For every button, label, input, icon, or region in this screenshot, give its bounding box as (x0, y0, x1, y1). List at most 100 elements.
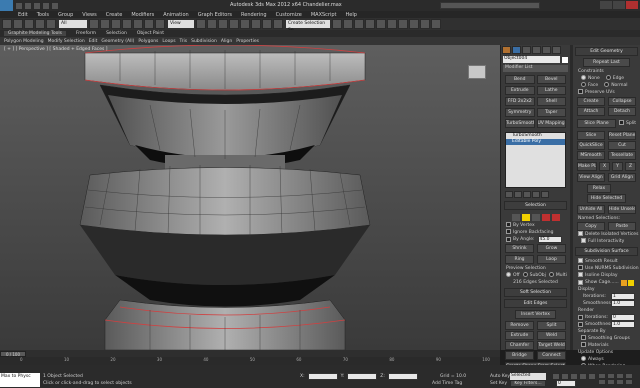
ribbon-tab-graphite[interactable]: Graphite Modeling Tools (4, 31, 67, 36)
vertex-level-icon[interactable] (511, 213, 520, 221)
reset-plane-button[interactable]: Reset Plane (608, 131, 636, 140)
extrude-edges-button[interactable]: Extrude (505, 331, 534, 340)
isoline-display-checkbox[interactable]: Isoline Display (573, 272, 640, 279)
uv-mapping-clear-button[interactable]: UV Mapping Cle (536, 119, 566, 128)
menu-graph-editors[interactable]: Graph Editors (198, 12, 232, 18)
ribbon-panel-tris[interactable]: Tris (180, 39, 188, 44)
menu-animation[interactable]: Animation (163, 12, 189, 18)
shell-button[interactable]: Shell (536, 97, 566, 106)
grow-button[interactable]: Grow (537, 244, 566, 253)
y-coordinate-field[interactable] (347, 373, 378, 380)
ribbon-panel-modify-selection[interactable]: Modify Selection (48, 39, 85, 44)
maximize-icon[interactable] (613, 1, 625, 9)
by-angle-checkbox[interactable] (506, 237, 511, 242)
shrink-button[interactable]: Shrink (505, 244, 534, 253)
selection-rollout-header[interactable]: Selection (504, 201, 567, 210)
set-key-label[interactable]: Set Key (490, 380, 507, 387)
collapse-button[interactable]: Collapse (608, 97, 636, 106)
show-end-result-icon[interactable] (514, 191, 522, 198)
ribbon-panel-polygons[interactable]: Polygons (138, 39, 158, 44)
render-setup-icon[interactable] (409, 19, 419, 29)
constraint-face-radio[interactable]: Face (581, 82, 598, 89)
maxscript-listener[interactable]: Max to Physc (0, 373, 40, 387)
menu-maxscript[interactable]: MAXScript (311, 12, 337, 18)
preview-subobj-radio[interactable]: SubObj (522, 272, 546, 279)
unlink-icon[interactable] (35, 19, 45, 29)
pivot-icon[interactable] (196, 19, 206, 29)
bend-button[interactable]: Bend (505, 75, 535, 84)
menu-customize[interactable]: Customize (276, 12, 302, 18)
time-slider[interactable]: 0 / 100 (0, 350, 500, 357)
motion-tab-icon[interactable] (532, 46, 541, 54)
spinner-snap-icon[interactable] (262, 19, 272, 29)
utilities-tab-icon[interactable] (552, 46, 561, 54)
select-move-icon[interactable] (133, 19, 143, 29)
repeat-last-button[interactable]: Repeat Last (583, 58, 630, 67)
menu-edit[interactable]: Edit (18, 12, 28, 18)
ribbon-panel-loops[interactable]: Loops (162, 39, 175, 44)
smooth-result-checkbox[interactable]: Smooth Result (573, 258, 640, 265)
attach-button[interactable]: Attach (577, 107, 605, 116)
constraint-normal-radio[interactable]: Normal (604, 82, 627, 89)
undo-icon[interactable] (42, 1, 50, 10)
quickslice-button[interactable]: QuickSlice (577, 141, 605, 150)
x-coordinate-field[interactable] (307, 373, 338, 380)
material-editor-icon[interactable] (398, 19, 408, 29)
planar-x-button[interactable]: X (599, 162, 610, 171)
materials-checkbox[interactable]: Materials (573, 342, 640, 349)
percent-snap-icon[interactable] (251, 19, 261, 29)
graphite-toggle-icon[interactable] (365, 19, 375, 29)
play-icon[interactable] (570, 373, 578, 380)
taper-button[interactable]: Taper (536, 108, 566, 117)
extrude-button[interactable]: Extrude (505, 86, 535, 95)
ribbon-panel-geometry[interactable]: Geometry (All) (101, 39, 134, 44)
menu-modifiers[interactable]: Modifiers (131, 12, 154, 18)
search-input[interactable] (440, 2, 540, 9)
render-production-icon[interactable] (431, 19, 441, 29)
edit-geometry-rollout-header[interactable]: Edit Geometry (575, 47, 638, 56)
app-logo-icon[interactable] (0, 0, 13, 11)
subdivision-surface-rollout-header[interactable]: Subdivision Surface (575, 247, 638, 256)
menu-tools[interactable]: Tools (37, 12, 49, 18)
new-icon[interactable] (15, 1, 23, 10)
ring-button[interactable]: Ring (505, 255, 534, 264)
create-button[interactable]: Create (577, 97, 605, 106)
selection-filter-dropdown[interactable]: All (59, 20, 87, 28)
close-icon[interactable] (626, 1, 638, 9)
named-selection-set-dropdown[interactable]: Create Selection Se (286, 20, 330, 33)
object-name-field[interactable]: Object004 (503, 56, 560, 63)
previous-frame-icon[interactable] (561, 373, 569, 380)
select-scale-icon[interactable] (155, 19, 165, 29)
align-icon[interactable] (343, 19, 353, 29)
layer-manager-icon[interactable] (354, 19, 364, 29)
cut-button[interactable]: Cut (608, 141, 636, 150)
orbit-icon[interactable] (616, 379, 624, 385)
iterations-spinner[interactable]: 1 (611, 293, 635, 300)
by-vertex-checkbox[interactable]: By Vertex (501, 222, 570, 229)
pin-stack-icon[interactable] (505, 191, 513, 198)
modifier-list-dropdown[interactable]: Modifier List (503, 65, 568, 72)
preview-off-radio[interactable]: Off (506, 272, 520, 279)
angle-spinner[interactable]: 45.0 (537, 236, 562, 243)
object-color-swatch[interactable] (562, 56, 568, 63)
menu-group[interactable]: Group (58, 12, 73, 18)
key-filters-button[interactable]: Key Filters... (510, 380, 546, 387)
select-by-name-icon[interactable] (100, 19, 110, 29)
turbosmooth-button[interactable]: TurboSmooth (505, 119, 535, 128)
ribbon-panel-align[interactable]: Align (221, 39, 232, 44)
border-level-icon[interactable] (531, 213, 540, 221)
soft-selection-rollout-header[interactable]: Soft Selection (504, 288, 567, 297)
planar-z-button[interactable]: Z (625, 162, 636, 171)
remove-button[interactable]: Remove (505, 321, 534, 330)
ribbon-panel-polygon-modeling[interactable]: Polygon Modeling (4, 39, 44, 44)
select-object-icon[interactable] (89, 19, 99, 29)
unhide-all-button[interactable]: Unhide All (577, 205, 605, 214)
mirror-icon[interactable] (332, 19, 342, 29)
copy-button[interactable]: Copy (577, 222, 605, 231)
element-level-icon[interactable] (551, 213, 560, 221)
ribbon-tab-freeform[interactable]: Freeform (76, 31, 96, 36)
next-frame-icon[interactable] (579, 373, 587, 380)
menu-views[interactable]: Views (82, 12, 96, 18)
auto-key-dropdown[interactable]: Selected (510, 373, 546, 380)
minimize-icon[interactable] (600, 1, 612, 9)
